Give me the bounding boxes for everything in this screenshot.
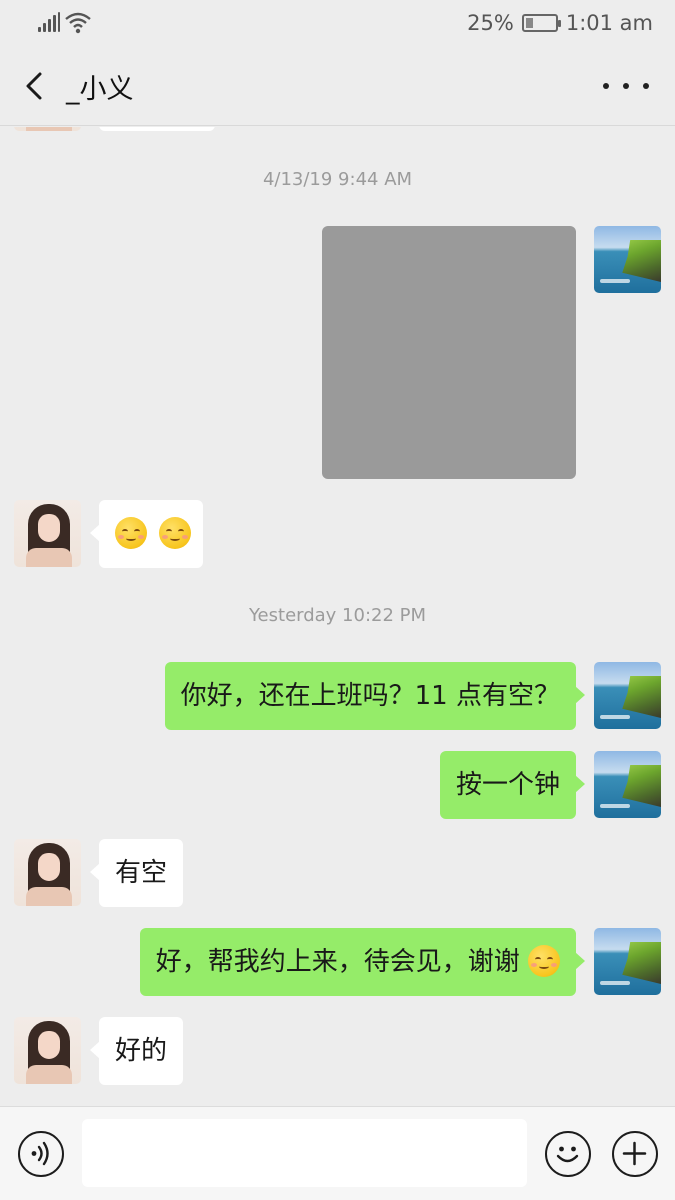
message-text: 你好，还在上班吗？11 点有空？ [180,681,560,711]
back-arrow-icon[interactable] [16,66,56,106]
smiling-face-emoji [528,944,560,977]
chat-title: _小义 [66,74,134,105]
emoji-icon[interactable] [545,1131,591,1177]
timestamp: 4/13/19 9:44 AM [262,169,413,190]
status-right: 25% 1:01 am [467,9,653,37]
message-input[interactable] [82,1119,527,1187]
contact-avatar[interactable] [14,127,81,131]
my-avatar[interactable] [594,751,661,818]
message-text: 好，帮我约上来，待会见，谢谢 [155,947,520,977]
message-bubble-incoming[interactable]: 有空 [89,839,184,907]
message-bubble-incoming[interactable] [90,500,203,568]
my-avatar[interactable] [594,662,661,729]
message-bubble-incoming[interactable] [99,127,215,131]
cellular-signal-icon [38,12,60,32]
contact-avatar[interactable] [14,500,81,567]
timestamp: Yesterday 10:22 PM [248,605,427,626]
battery-icon [521,14,561,32]
contact-avatar[interactable] [14,1017,81,1084]
contact-avatar[interactable] [14,839,81,906]
message-text: 有空 [115,858,168,888]
chat-header: _小义 [0,46,675,126]
plus-icon[interactable] [612,1131,658,1177]
my-avatar[interactable] [594,928,661,995]
wifi-icon [65,12,91,34]
battery-percent: 25% [467,11,514,35]
input-bar [0,1106,675,1200]
voice-icon[interactable] [18,1131,64,1177]
message-bubble-outgoing[interactable]: 好，帮我约上来，待会见，谢谢 [139,928,586,996]
message-text: 按一个钟 [455,770,560,800]
message-bubble-outgoing[interactable]: 按一个钟 [439,751,586,819]
status-bar: 25% 1:01 am [0,0,675,46]
message-bubble-incoming[interactable]: 好的 [89,1017,184,1085]
image-message[interactable] [322,226,576,479]
clock: 1:01 am [565,11,653,35]
smiling-face-emoji [115,516,147,549]
message-list[interactable]: 4/13/19 9:44 AM Yesterday 10:22 PM 你好，还在… [0,127,675,1105]
message-bubble-outgoing[interactable]: 你好，还在上班吗？11 点有空？ [164,662,586,730]
more-options-icon[interactable] [603,70,649,102]
message-text: 好的 [115,1036,168,1066]
smiling-face-emoji [159,516,192,549]
my-avatar[interactable] [594,226,661,293]
